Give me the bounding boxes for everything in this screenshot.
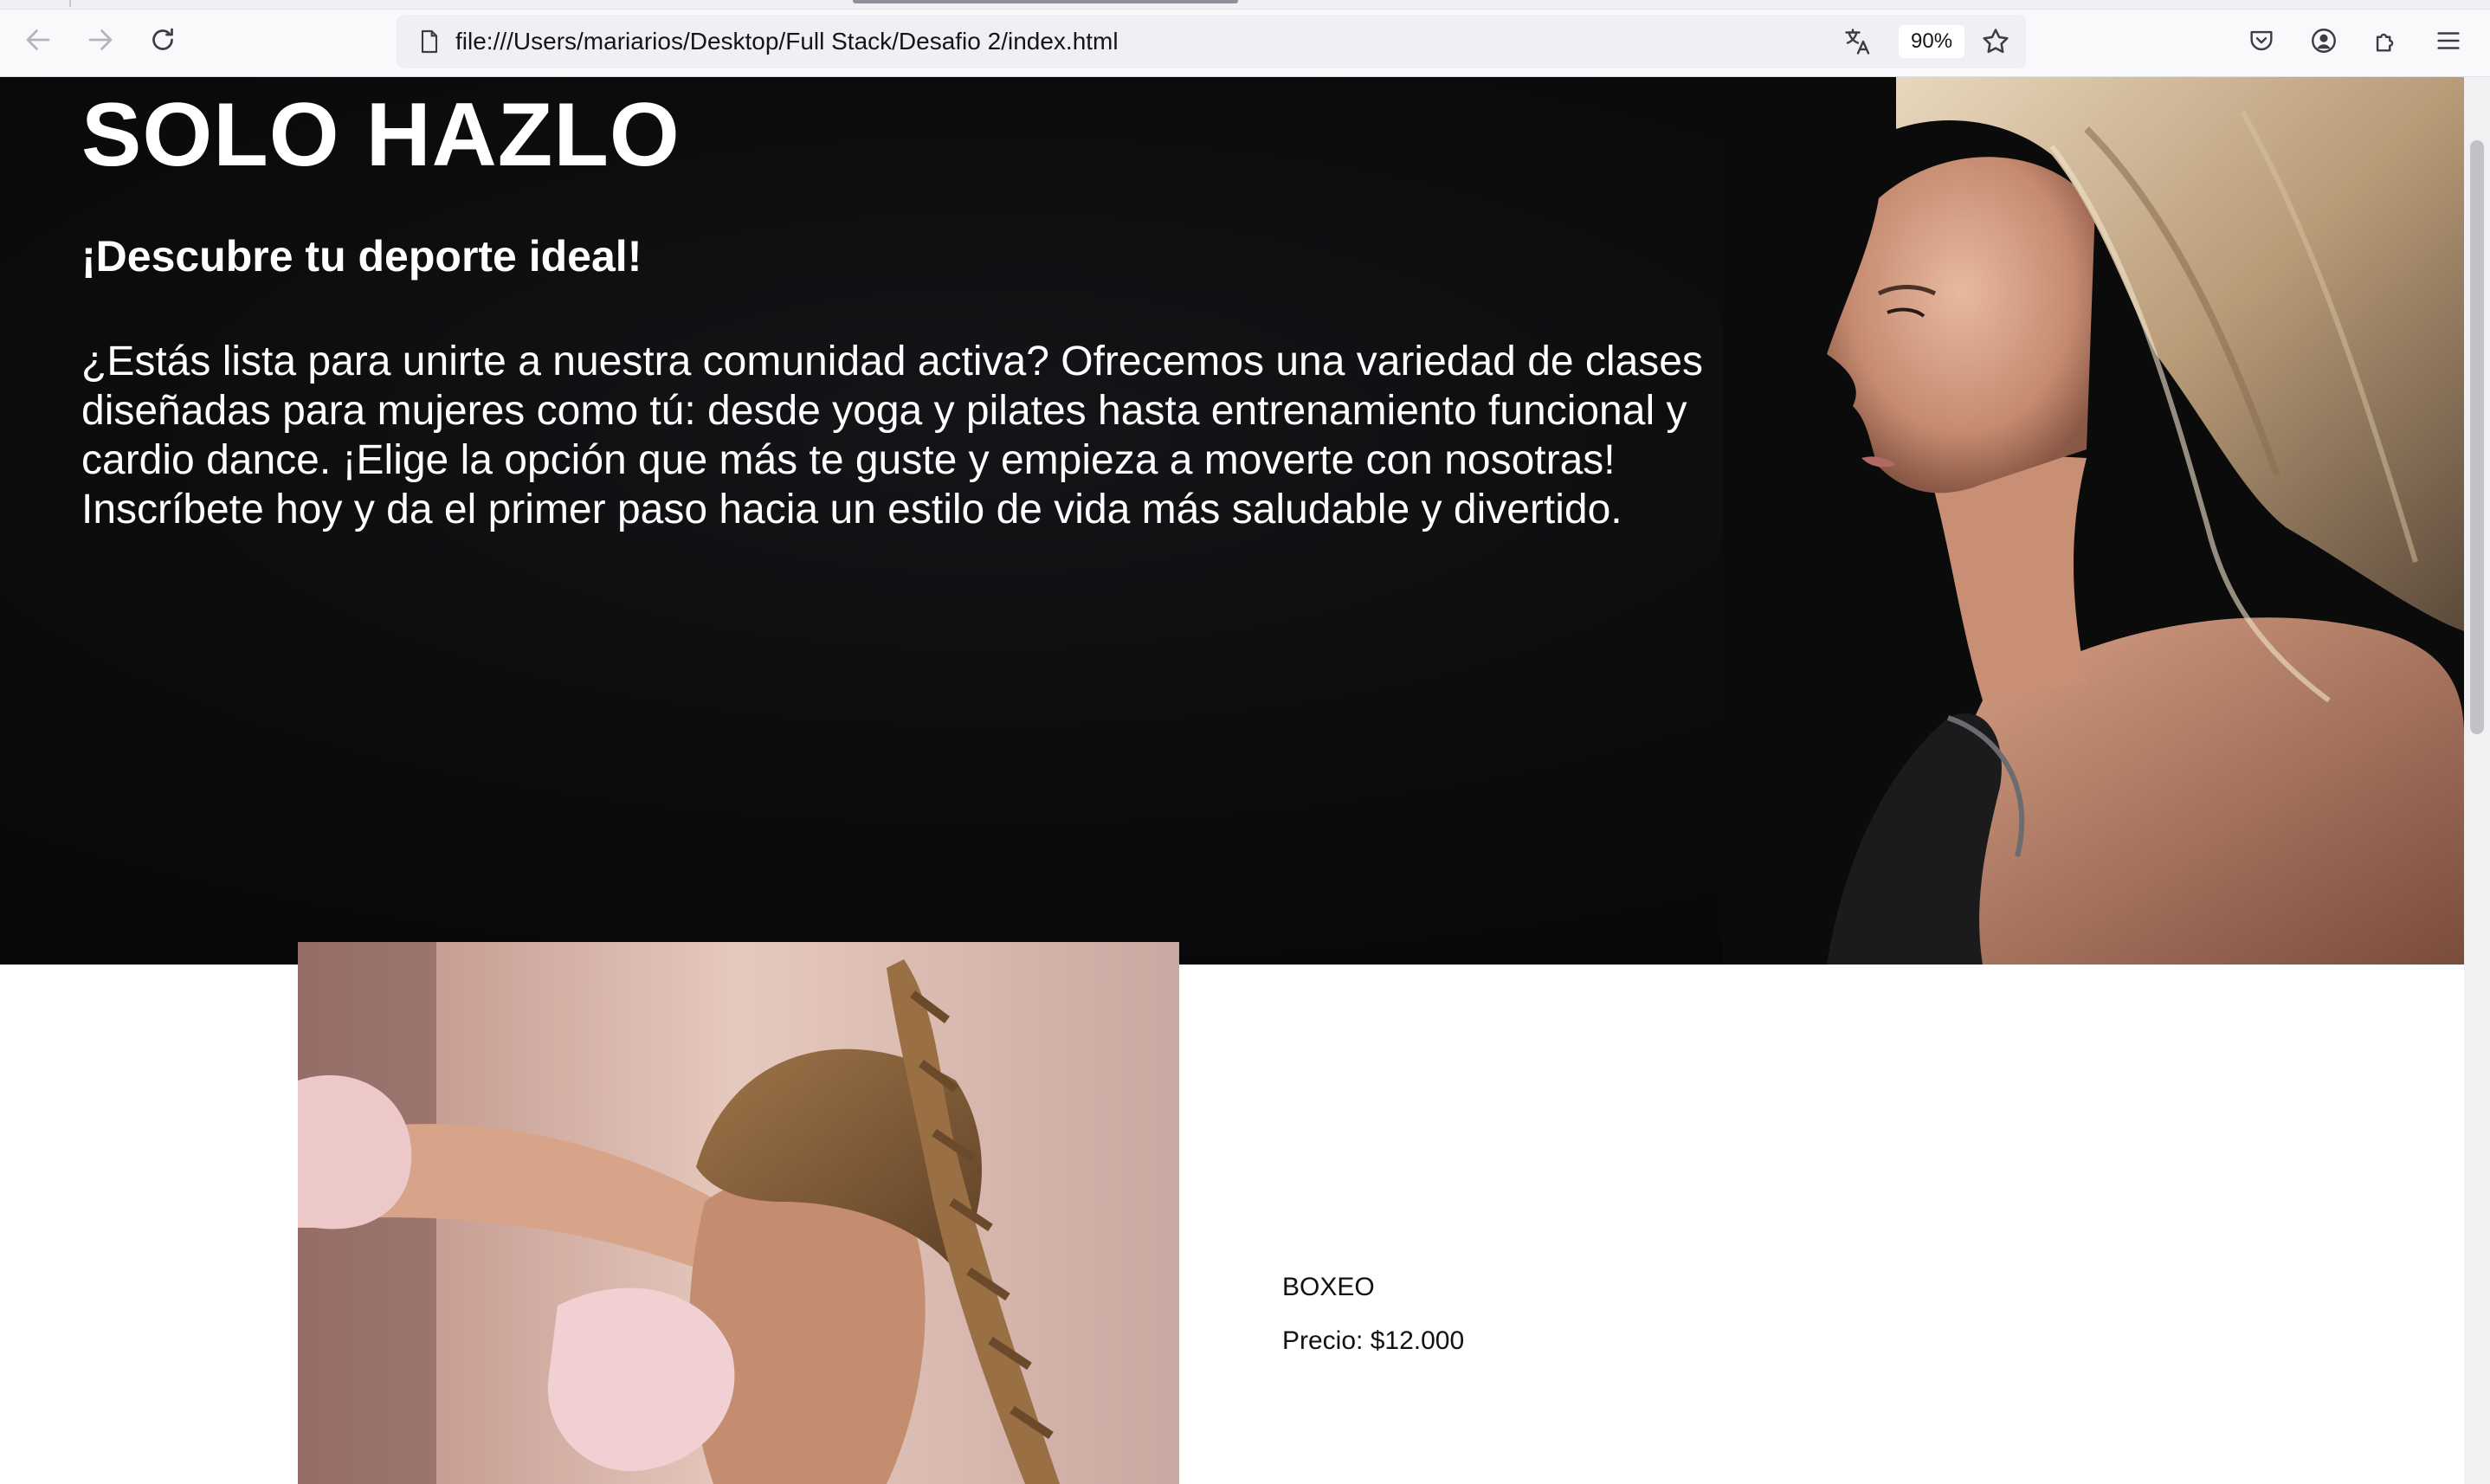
browser-toolbar: file:///Users/mariarios/Desktop/Full Sta… xyxy=(0,0,2490,77)
tab-drag-indicator[interactable] xyxy=(853,0,1238,3)
bookmark-star-icon[interactable] xyxy=(1979,25,2012,58)
app-menu-button[interactable] xyxy=(2431,23,2466,58)
translate-icon[interactable] xyxy=(1842,26,1874,57)
page-icon xyxy=(421,29,438,54)
back-button[interactable] xyxy=(19,21,57,59)
tab-divider xyxy=(69,0,71,7)
hero-description: ¿Estás lista para unirte a nuestra comun… xyxy=(81,339,1703,532)
forward-icon xyxy=(88,29,113,50)
extensions-button[interactable] xyxy=(2369,23,2403,58)
reload-icon xyxy=(152,28,173,50)
page-viewport: SOLO HAZLO ¡Descubre tu deporte ideal! ¿… xyxy=(0,77,2464,1484)
hero-subtitle: ¡Descubre tu deporte ideal! xyxy=(81,232,642,281)
hero-athlete-image xyxy=(1723,77,2464,965)
forward-button[interactable] xyxy=(81,21,119,59)
pocket-button[interactable] xyxy=(2244,23,2279,58)
url-bar[interactable]: file:///Users/mariarios/Desktop/Full Sta… xyxy=(397,15,2026,68)
account-button[interactable] xyxy=(2306,23,2341,58)
extensions-icon xyxy=(2376,33,2394,52)
url-text[interactable]: file:///Users/mariarios/Desktop/Full Sta… xyxy=(455,15,1119,68)
reload-button[interactable] xyxy=(144,21,182,59)
hero-banner: SOLO HAZLO ¡Descubre tu deporte ideal! ¿… xyxy=(0,77,2464,965)
product-name: BOXEO xyxy=(1282,1273,1375,1301)
back-icon xyxy=(26,29,50,50)
account-icon xyxy=(2312,29,2336,53)
zoom-level-button[interactable]: 90% xyxy=(1899,25,1965,58)
scrollbar-thumb[interactable] xyxy=(2470,140,2484,734)
product-price: Precio: $12.000 xyxy=(1282,1326,1465,1355)
tab-strip xyxy=(0,0,2490,10)
menu-icon xyxy=(2437,32,2460,49)
product-image-boxing xyxy=(298,942,1179,1484)
hero-title: SOLO HAZLO xyxy=(81,85,681,185)
pocket-icon xyxy=(2250,30,2273,51)
